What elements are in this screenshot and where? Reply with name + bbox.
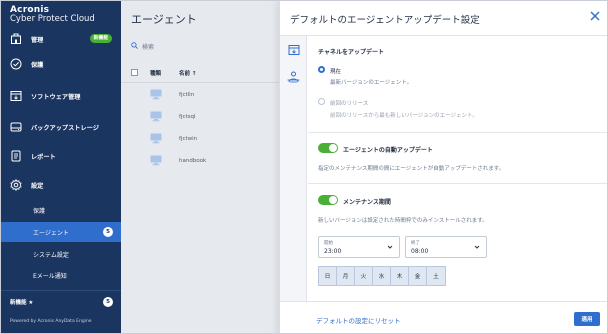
chevron-down-icon: [387, 244, 393, 252]
software-icon: [10, 90, 22, 102]
day-sunday-button[interactable]: 日: [319, 267, 337, 285]
agent-group-tab-icon[interactable]: [285, 68, 302, 85]
select-all-checkbox[interactable]: [131, 69, 138, 76]
whats-new-count: 5: [103, 297, 113, 307]
whats-new-button[interactable]: 新機能 ★ 5: [1, 290, 121, 312]
auto-update-label: エージェントの自動アップデート: [343, 147, 433, 154]
section-divider: [308, 132, 607, 133]
computer-icon: [150, 89, 162, 102]
channel-section-title: チャネルをアップデート: [318, 49, 384, 56]
table-row[interactable]: fjctwin: [121, 128, 279, 150]
channel-current-desc: 最新バージョンのエージェント。: [330, 80, 413, 86]
sidebar-item-label: ソフトウェア管理: [31, 93, 81, 101]
column-header-type[interactable]: 種類: [150, 69, 161, 77]
agent-count-badge: 5: [103, 227, 113, 237]
building-icon: [10, 33, 22, 45]
day-wednesday-button[interactable]: 水: [373, 267, 391, 285]
maintenance-window-desc: 新しいバージョンは設定された時間枠でのみインストールされます。: [318, 218, 488, 224]
agent-name: handbook: [179, 158, 207, 164]
sidebar-item-software[interactable]: ソフトウェア管理: [1, 85, 121, 107]
auto-update-desc: 指定のメンテナンス期間の間にエージェントが自動アップデートされます。: [318, 166, 505, 172]
dialog-title: デフォルトのエージェントアップデート設定: [290, 15, 480, 26]
sidebar-item-label: レポート: [31, 153, 56, 161]
brand-product: Cyber Protect Cloud: [10, 14, 95, 24]
start-time-select[interactable]: 開始 23:00: [318, 236, 400, 258]
day-tuesday-button[interactable]: 火: [355, 267, 373, 285]
search-input[interactable]: 検索: [131, 42, 154, 51]
end-time-value: 08:00: [411, 248, 429, 255]
channel-current-radio[interactable]: [318, 66, 325, 73]
channel-current-label: 現在: [330, 69, 342, 75]
column-header-name[interactable]: 名前 ↑: [179, 69, 197, 77]
start-time-label: 開始: [324, 241, 333, 246]
agent-name: fjctsql: [179, 114, 196, 120]
sidebar-item-label: 設定: [31, 182, 44, 190]
weekday-selector: 日 月 火 水 木 金 土: [318, 266, 446, 286]
close-icon[interactable]: [590, 11, 600, 23]
table-row[interactable]: fjctsql: [121, 106, 279, 128]
update-channel-tab-icon[interactable]: [285, 41, 302, 58]
channel-previous-label: 前回のリリース: [330, 101, 369, 107]
new-badge: 新機能: [89, 34, 112, 43]
whats-new-label: 新機能 ★: [10, 299, 34, 306]
section-divider: [308, 183, 607, 184]
sidebar-subitem-label: システム設定: [33, 251, 69, 259]
page-title: エージェント: [131, 13, 197, 26]
sidebar-subitem-agents[interactable]: エージェント 5: [1, 222, 121, 242]
channel-previous-radio[interactable]: [318, 98, 325, 105]
agent-list-panel: エージェント 検索 種類 名前 ↑ fjctlin fjctsql fjctwi…: [121, 1, 279, 333]
sidebar-item-management[interactable]: 管理 新機能: [1, 28, 121, 50]
app-window: Acronis Cyber Protect Cloud 管理 新機能 保護 ソフ…: [0, 0, 608, 334]
sidebar-item-backup-storage[interactable]: バックアップストレージ: [1, 116, 121, 138]
sidebar-item-label: バックアップストレージ: [31, 124, 99, 132]
sidebar-subitem-system-settings[interactable]: システム設定: [1, 244, 121, 264]
maintenance-window-toggle[interactable]: [318, 195, 338, 205]
dialog-footer: デフォルトの設定にリセット 適用: [280, 301, 607, 333]
dialog-side-tabs: [280, 36, 307, 301]
day-monday-button[interactable]: 月: [337, 267, 355, 285]
sidebar-item-protection[interactable]: 保護: [1, 53, 121, 75]
dialog-header: デフォルトのエージェントアップデート設定: [280, 1, 607, 36]
dialog-content: チャネルをアップデート 現在 最新バージョンのエージェント。 前回のリリース 前…: [308, 36, 607, 301]
maintenance-window-label: メンテナンス期間: [343, 199, 391, 206]
computer-icon: [150, 155, 162, 168]
reset-to-default-link[interactable]: デフォルトの設定にリセット: [316, 315, 401, 325]
table-row[interactable]: fjctlin: [121, 84, 279, 106]
sidebar-item-label: 保護: [31, 61, 44, 69]
computer-icon: [150, 111, 162, 124]
report-icon: [10, 150, 22, 162]
end-time-label: 終了: [411, 241, 420, 246]
sidebar-item-reports[interactable]: レポート: [1, 145, 121, 167]
apply-button[interactable]: 適用: [574, 312, 600, 326]
day-saturday-button[interactable]: 土: [427, 267, 445, 285]
search-placeholder: 検索: [142, 44, 155, 51]
sidebar-subitem-label: エージェント: [33, 229, 69, 237]
sidebar-subitem-email-notifications[interactable]: Eメール通知: [1, 265, 121, 285]
gear-icon: [10, 179, 22, 191]
day-friday-button[interactable]: 金: [409, 267, 427, 285]
search-icon: [131, 42, 142, 51]
table-row[interactable]: handbook: [121, 150, 279, 172]
sidebar-subitem-label: Eメール通知: [33, 272, 67, 280]
chevron-down-icon: [474, 244, 480, 252]
day-thursday-button[interactable]: 木: [391, 267, 409, 285]
start-time-value: 23:00: [324, 248, 342, 255]
sidebar: Acronis Cyber Protect Cloud 管理 新機能 保護 ソフ…: [1, 1, 121, 333]
agent-update-settings-dialog: デフォルトのエージェントアップデート設定 チャネルをアップデート 現在 最新バー…: [279, 1, 607, 333]
computer-icon: [150, 133, 162, 146]
auto-update-toggle[interactable]: [318, 143, 338, 153]
sidebar-item-settings[interactable]: 設定: [1, 174, 121, 196]
channel-previous-desc: 前回のリリースから最も新しいバージョンのエージェント。: [330, 113, 478, 119]
shield-icon: [10, 58, 22, 70]
powered-by-text: Powered by Acronis AnyData Engine: [10, 319, 92, 324]
brand-logo: Acronis Cyber Protect Cloud: [10, 6, 95, 24]
end-time-select[interactable]: 終了 08:00: [405, 236, 487, 258]
sidebar-item-label: 管理: [31, 36, 44, 44]
storage-icon: [10, 121, 22, 133]
table-header: 種類 名前 ↑: [121, 63, 279, 83]
agent-name: fjctwin: [179, 136, 198, 142]
sidebar-subitem-label: 保護: [33, 207, 46, 215]
agent-name: fjctlin: [179, 92, 195, 98]
sidebar-subitem-protection[interactable]: 保護: [1, 200, 121, 220]
